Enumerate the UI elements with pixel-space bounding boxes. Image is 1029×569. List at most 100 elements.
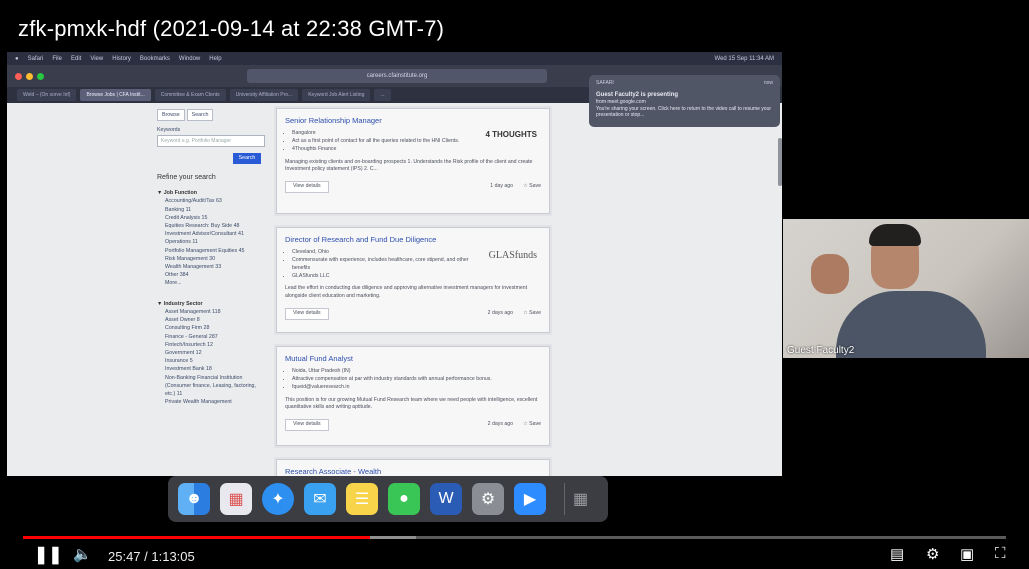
company-logo: GLASfunds xyxy=(488,250,537,261)
time-display: 25:47 / 1:13:05 xyxy=(108,549,195,564)
job-bullet: 4Thoughts Finance xyxy=(292,146,541,154)
filter-more: More... xyxy=(165,280,182,287)
job-title: Director of Research and Fund Due Dilige… xyxy=(285,235,437,244)
filter-item: Credit Analysis 15 xyxy=(165,214,208,221)
filter-item: Equities Research: Buy Side 48 xyxy=(165,223,240,230)
address-bar: careers.cfainstitute.org xyxy=(247,69,547,83)
tab-browse: Browse xyxy=(157,109,185,122)
filter-sidebar: Browse Search Keywords Keyword e.g. Port… xyxy=(157,109,265,406)
menu-edit: Edit xyxy=(70,55,82,62)
safari-icon: ✦ xyxy=(262,483,294,515)
miniplayer-button[interactable]: ▣ xyxy=(960,545,974,563)
menu-safari: Safari xyxy=(27,55,44,62)
job-card: Director of Research and Fund Due Dilige… xyxy=(276,227,550,333)
shared-screen: ● Safari File Edit View History Bookmark… xyxy=(7,52,782,476)
player-controls: ❚❚ 🔈 25:47 / 1:13:05 ▤ ⚙ ▣ ⛶ xyxy=(0,542,1029,569)
notification-source: from meet.google.com xyxy=(596,98,646,105)
video-title: zfk-pmxk-hdf (2021-09-14 at 22:38 GMT-7) xyxy=(18,16,445,41)
zoom-window-icon xyxy=(37,72,44,80)
finder-icon: ☻ xyxy=(178,483,210,515)
star-icon: ☆ xyxy=(523,421,528,428)
job-card: Mutual Fund Analyst Noida, Uttar Pradesh… xyxy=(276,346,550,446)
web-page: Browse Search Keywords Keyword e.g. Port… xyxy=(7,103,782,476)
filter-item: Investment Bank 18 xyxy=(165,366,212,373)
job-bullet: Noida, Uttar Pradesh (IN) xyxy=(292,368,541,376)
settings-gear-icon[interactable]: ⚙ xyxy=(926,545,939,563)
job-bullet: fqueid@valueresearch.in xyxy=(292,384,541,392)
trash-icon: ▦ xyxy=(564,483,596,515)
menubar-clock: Wed 15 Sep 11:34 AM xyxy=(714,55,774,62)
menu-bookmarks: Bookmarks xyxy=(139,55,170,62)
close-window-icon xyxy=(15,72,22,80)
filter-item: Risk Management 30 xyxy=(165,255,216,262)
search-button: Search xyxy=(233,153,261,165)
posted-date: 2 days ago xyxy=(487,310,514,317)
save-job: ☆ Save xyxy=(523,183,541,190)
keywords-input: Keyword e.g. Portfolio Manager xyxy=(157,135,265,148)
page-scrollbar xyxy=(778,138,782,186)
participant-name: Guest Faculty2 xyxy=(787,345,855,356)
notes-icon: ☰ xyxy=(346,483,378,515)
volume-button[interactable]: 🔈 xyxy=(73,545,92,563)
notification-app: SAFARI xyxy=(596,80,614,86)
filter-item: Non-Banking Financial Institution (Consu… xyxy=(165,374,256,397)
browser-tab-active: Browse Jobs | CFA Instit... xyxy=(80,89,151,101)
menu-window: Window xyxy=(178,55,201,62)
messages-icon: ● xyxy=(388,483,420,515)
filter-item: Banking 11 xyxy=(165,206,192,213)
filter-item: Private Wealth Management xyxy=(165,399,232,406)
filter-item: Investment Advisor/Consultant 41 xyxy=(165,231,244,238)
company-logo: 4 THOUGHTS xyxy=(485,130,537,139)
pause-button[interactable]: ❚❚ xyxy=(34,545,63,565)
notification-title: Guest Faculty2 is presenting xyxy=(596,91,679,98)
filter-item: Other 384 xyxy=(165,272,189,279)
played-bar xyxy=(23,536,370,539)
tab-search: Search xyxy=(186,109,214,122)
job-bullet: Attractive compensation at par with indu… xyxy=(292,376,541,384)
job-bullet: Commensurate with experience, includes h… xyxy=(292,257,472,273)
webcam-feed: Guest Faculty2 xyxy=(783,219,1029,358)
industry-sector-title: ▼ Industry Sector xyxy=(157,300,203,307)
job-card: Senior Relationship Manager Bangalore Ac… xyxy=(276,108,550,214)
browser-tab: Weld – (On sorve Inf) xyxy=(17,89,77,101)
keywords-label: Keywords xyxy=(157,127,181,134)
star-icon: ☆ xyxy=(523,310,528,317)
filter-item: Insurance 5 xyxy=(165,358,193,365)
browser-tab: Committee & Exam Ctents xyxy=(154,89,226,101)
browser-tab: ... xyxy=(374,89,391,101)
launchpad-icon: ▦ xyxy=(220,483,252,515)
menu-view: View xyxy=(90,55,104,62)
filter-item: Operations 11 xyxy=(165,239,198,246)
job-card: Research Associate - Wealth xyxy=(276,459,550,476)
refine-title: Refine your search xyxy=(157,174,216,182)
menu-file: File xyxy=(52,55,62,62)
job-description: This position is for our growing Mutual … xyxy=(285,396,538,411)
video-player[interactable]: zfk-pmxk-hdf (2021-09-14 at 22:38 GMT-7)… xyxy=(0,0,1029,569)
posted-date: 1 day ago xyxy=(490,183,514,190)
zoom-icon: ▶ xyxy=(514,483,546,515)
screen-share-notification: SAFARI now Guest Faculty2 is presenting f… xyxy=(589,75,780,127)
view-details-button: View details xyxy=(285,308,329,320)
notification-time: now xyxy=(763,80,773,86)
system-preferences-icon: ⚙ xyxy=(472,483,504,515)
view-details-button: View details xyxy=(285,419,329,432)
star-icon: ☆ xyxy=(523,183,528,190)
filter-item: Government 12 xyxy=(165,349,202,356)
filter-item: Fintech/Insurtech 12 xyxy=(165,341,213,348)
minimize-window-icon xyxy=(26,72,33,80)
subtitles-button[interactable]: ▤ xyxy=(890,545,904,563)
mac-dock: ☻ ▦ ✦ ✉ ☰ ● W ⚙ ▶ ▦ xyxy=(168,476,608,522)
mail-icon: ✉ xyxy=(304,483,336,515)
menu-help: Help xyxy=(209,55,222,62)
fullscreen-button[interactable]: ⛶ xyxy=(995,545,1006,562)
presenter-body xyxy=(836,291,986,358)
save-job: ☆ Save xyxy=(523,421,541,428)
apple-icon: ● xyxy=(15,55,19,62)
job-description: Lead the effort in conducting due dilige… xyxy=(285,285,528,300)
job-title: Research Associate - Wealth xyxy=(285,467,382,476)
notification-body: You're sharing your screen. Click here t… xyxy=(596,105,772,119)
progress-bar[interactable] xyxy=(23,536,1006,539)
browser-tab: University Affiliation Pro... xyxy=(229,89,299,101)
save-job: ☆ Save xyxy=(523,310,541,317)
filter-item: Consulting Firm 28 xyxy=(165,325,210,332)
